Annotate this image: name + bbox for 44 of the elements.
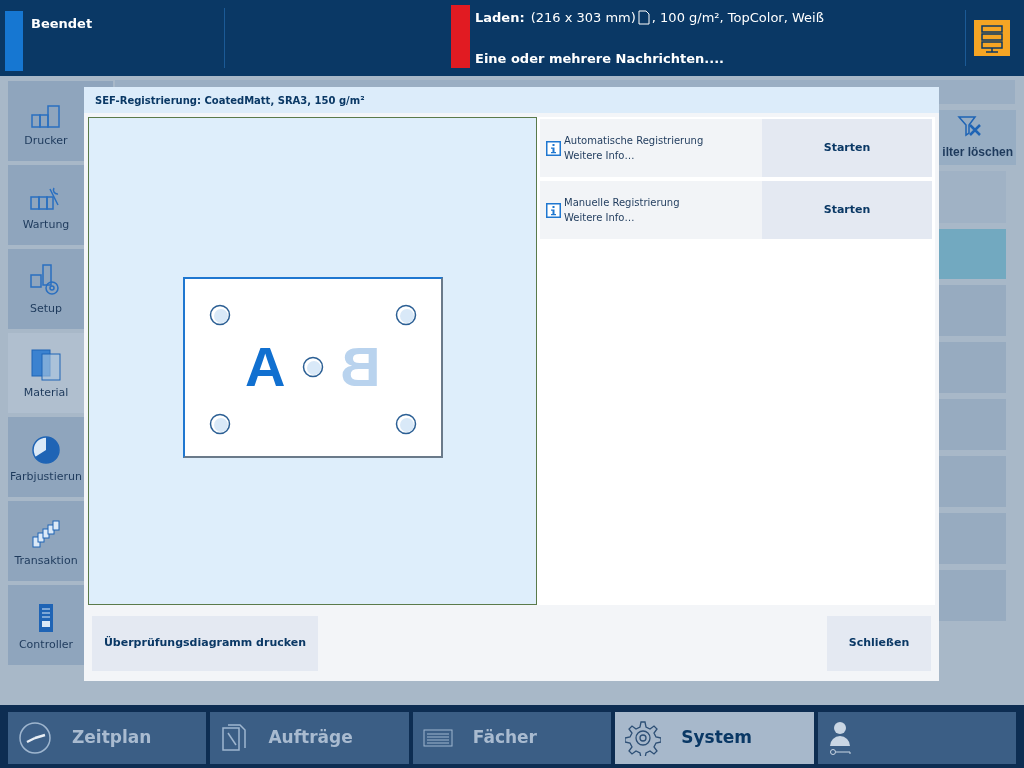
registration-mark-icon (208, 303, 231, 326)
filter-clear-icon (957, 115, 983, 139)
start-button[interactable]: Starten (762, 119, 932, 177)
registration-mark-icon (394, 412, 417, 435)
nav-tab[interactable] (817, 712, 1017, 764)
status-indicator (5, 11, 23, 71)
page-icon (637, 10, 650, 26)
start-button[interactable]: Starten (762, 181, 932, 239)
color-wheel-icon (31, 435, 61, 465)
nav-tab[interactable]: System (615, 712, 814, 764)
gear-icon (30, 263, 62, 297)
option-title: Manuelle Registrierung (564, 196, 680, 210)
server-icon (974, 20, 1010, 56)
gear-icon (625, 720, 662, 756)
more-info-link[interactable]: Weitere Info… (564, 148, 704, 163)
close-button[interactable]: Schließen (827, 615, 931, 671)
print-chart-button[interactable]: Überprüfungsdiagramm drucken (92, 615, 318, 671)
registration-mark-icon (394, 303, 417, 326)
option-title: Automatische Registrierung (564, 134, 704, 148)
stack-icon (32, 519, 60, 549)
nav-tab[interactable]: Zeitplan (8, 712, 207, 764)
nav-tab[interactable]: Aufträge (210, 712, 409, 764)
cabinet-icon (38, 603, 54, 633)
sheets-icon (31, 349, 61, 381)
tray-lines-icon (422, 729, 453, 747)
nav-tab[interactable]: Fächer (412, 712, 612, 764)
wrench-icon (30, 187, 62, 213)
info-icon (546, 140, 561, 156)
dialog-title: SEF-Registrierung: CoatedMatt, SRA3, 150 g/m² (84, 87, 939, 113)
job-status: Beendet (31, 15, 93, 33)
document-icon (220, 723, 249, 753)
registration-mark-icon (208, 412, 231, 435)
front-letter: A (245, 339, 286, 395)
paper-details: , 100 g/m², TopColor, Weiß (651, 9, 824, 27)
load-label: Laden: (475, 9, 525, 27)
message-text[interactable]: Eine oder mehrere Nachrichten.... (475, 48, 824, 68)
mirrored-back-letter: B (339, 339, 380, 395)
info-icon (546, 202, 561, 218)
alert-indicator (451, 5, 470, 68)
paper-size: (216 x 303 mm) (530, 9, 636, 27)
more-info-link[interactable]: Weitere Info… (564, 210, 680, 225)
printer-icon (31, 103, 61, 129)
clock-icon (18, 721, 52, 755)
registration-mark-icon (301, 356, 324, 378)
